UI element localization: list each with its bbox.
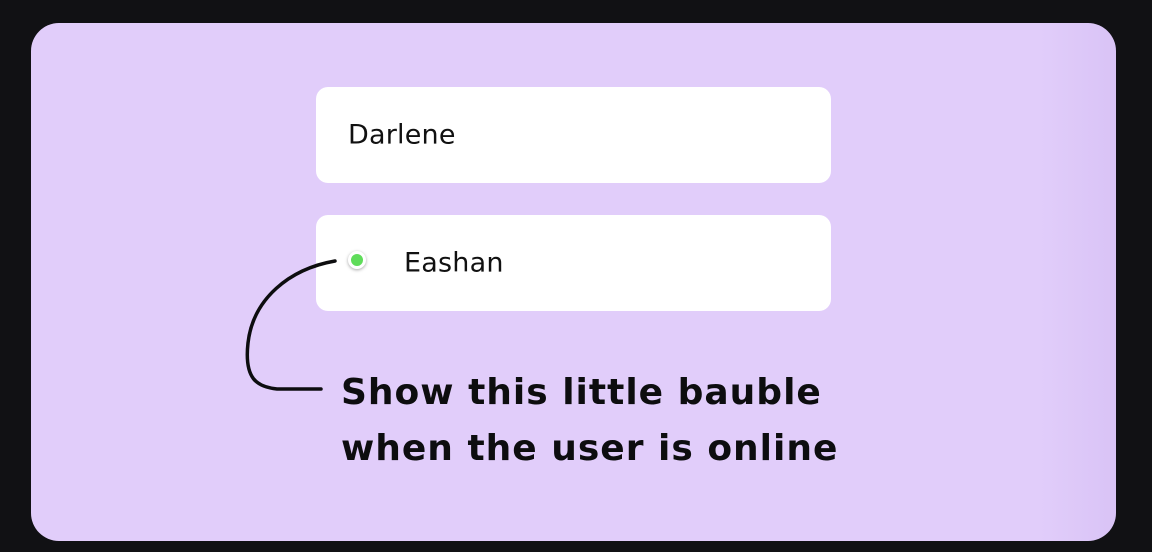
online-dot-icon	[348, 251, 366, 269]
annotation-line: Show this little bauble	[341, 372, 822, 413]
user-row-darlene[interactable]: Darlene	[316, 87, 831, 183]
showcase-card: Darlene Eashan Show this little bauble w…	[31, 23, 1116, 541]
annotation-line: when the user is online	[341, 428, 839, 469]
user-name: Darlene	[348, 119, 456, 151]
annotation-text: Show this little bauble when the user is…	[341, 365, 861, 477]
user-row-eashan[interactable]: Eashan	[316, 215, 831, 311]
user-name: Eashan	[404, 247, 504, 279]
